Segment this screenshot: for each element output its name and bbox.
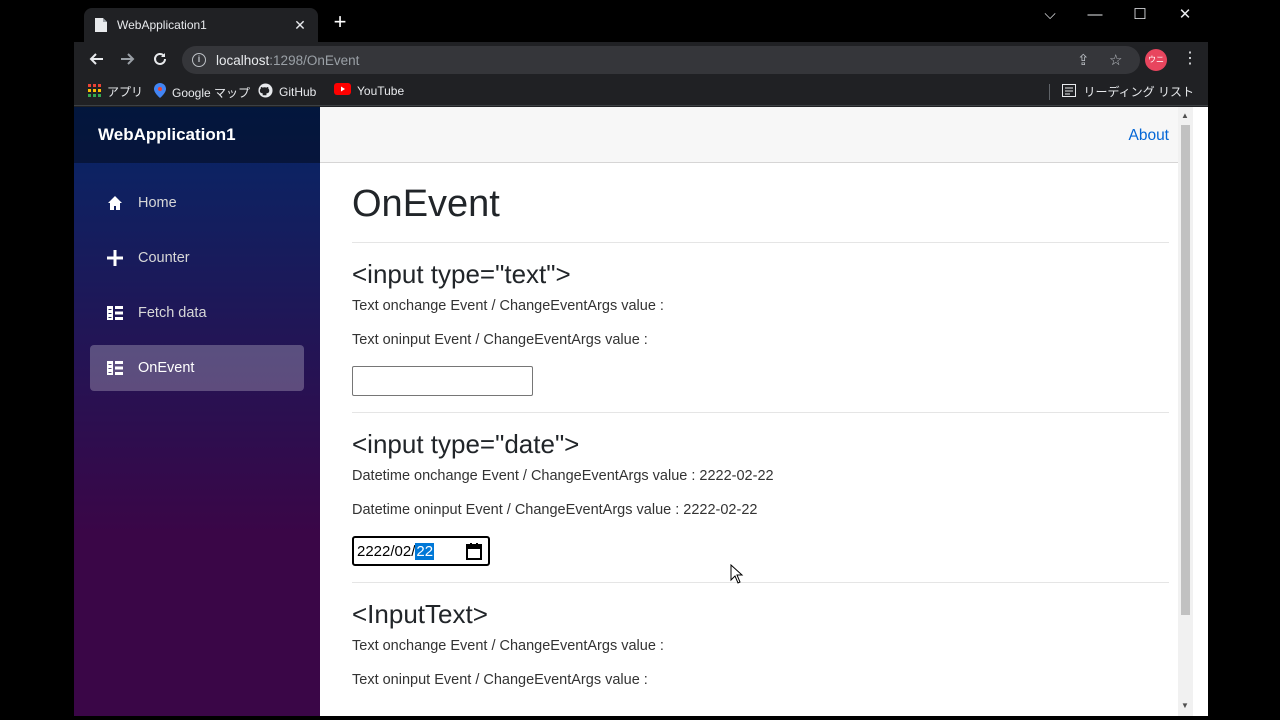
main-area: About OnEvent <input type="text"> Text o…	[320, 107, 1193, 716]
home-icon	[106, 194, 124, 212]
brand-link[interactable]: WebApplication1	[74, 107, 320, 163]
top-row: About	[320, 107, 1193, 163]
divider	[352, 242, 1169, 243]
calendar-icon[interactable]	[466, 543, 482, 564]
bookmarks-bar: アプリ Google マップ GitHub YouTube リーディング リスト	[74, 76, 1208, 106]
forward-button[interactable]	[113, 44, 143, 74]
browser-toolbar: i localhost:1298/OnEvent ⇪ ☆ ウニ ⋮	[74, 42, 1208, 76]
reload-button[interactable]	[145, 44, 175, 74]
maps-pin-icon	[154, 83, 166, 101]
scrollbar-thumb[interactable]	[1181, 125, 1190, 615]
tab-title: WebApplication1	[117, 18, 207, 32]
back-arrow-icon	[89, 53, 103, 65]
profile-avatar[interactable]: ウニ	[1145, 49, 1167, 71]
browser-window: WebApplication1 ✕ + ⌵ — ☐ ✕ i localhost:…	[74, 0, 1208, 716]
section-heading-date-input: <input type="date">	[352, 429, 580, 459]
scroll-down-icon[interactable]: ▼	[1181, 701, 1189, 710]
divider	[352, 582, 1169, 583]
bookmark-google-maps[interactable]: Google マップ	[154, 83, 250, 101]
reload-icon	[154, 52, 166, 65]
divider	[352, 412, 1169, 413]
plus-icon	[106, 249, 124, 267]
page-scrollbar[interactable]: ▲ ▼	[1178, 107, 1193, 716]
about-link[interactable]: About	[1128, 127, 1169, 145]
url-path: :1298/OnEvent	[269, 52, 360, 68]
reading-list-icon	[1061, 83, 1076, 100]
divider	[1048, 83, 1050, 100]
mouse-cursor-icon	[730, 564, 744, 584]
text-input[interactable]	[352, 366, 533, 396]
bookmark-label: YouTube	[357, 83, 405, 98]
text-onchange-value: Text onchange Event / ChangeEventArgs va…	[352, 298, 664, 314]
bookmark-star-icon[interactable]: ☆	[1109, 51, 1122, 69]
inputtext-oninput-value: Text oninput Event / ChangeEventArgs val…	[352, 672, 648, 688]
new-tab-button[interactable]: +	[330, 11, 350, 33]
bookmark-youtube[interactable]: YouTube	[334, 83, 404, 98]
content: OnEvent <input type="text"> Text onchang…	[320, 183, 1193, 688]
share-icon[interactable]: ⇪	[1077, 51, 1090, 69]
bookmark-github[interactable]: GitHub	[258, 83, 316, 101]
section-heading-text-input: <input type="text">	[352, 259, 571, 289]
bookmark-apps[interactable]: アプリ	[88, 83, 143, 100]
close-tab-icon[interactable]: ✕	[292, 17, 308, 34]
back-button[interactable]	[81, 44, 111, 74]
reading-list-button[interactable]: リーディング リスト	[1048, 83, 1195, 100]
nav-item-label: Home	[138, 195, 177, 211]
bookmark-label: アプリ	[107, 85, 144, 99]
maximize-button[interactable]: ☐	[1117, 4, 1163, 26]
nav-item-fetch-data[interactable]: Fetch data	[90, 290, 304, 336]
nav-item-onevent[interactable]: OnEvent	[90, 345, 304, 391]
sidebar: WebApplication1 Home Counter Fetch data	[74, 107, 320, 716]
bookmark-label: GitHub	[279, 85, 317, 99]
date-input-value: 2222/02/	[357, 542, 416, 560]
list-icon	[106, 359, 124, 377]
nav-item-home[interactable]: Home	[90, 180, 304, 226]
close-window-button[interactable]: ✕	[1162, 4, 1208, 26]
scroll-up-icon[interactable]: ▲	[1181, 111, 1189, 120]
tab-search-icon[interactable]: ⌵	[1027, 4, 1073, 26]
address-bar[interactable]: i localhost:1298/OnEvent ⇪ ☆	[182, 46, 1140, 74]
date-onchange-value: Datetime onchange Event / ChangeEventArg…	[352, 468, 774, 484]
browser-menu-icon[interactable]: ⋮	[1182, 48, 1198, 68]
nav-item-counter[interactable]: Counter	[90, 235, 304, 281]
web-page: WebApplication1 Home Counter Fetch data	[74, 107, 1208, 716]
apps-grid-icon	[88, 83, 101, 100]
nav-item-label: Fetch data	[138, 305, 207, 321]
list-icon	[106, 304, 124, 322]
text-oninput-value: Text oninput Event / ChangeEventArgs val…	[352, 332, 648, 348]
browser-tab[interactable]: WebApplication1 ✕	[84, 8, 318, 42]
bookmark-label: Google マップ	[172, 85, 251, 100]
inputtext-onchange-value: Text onchange Event / ChangeEventArgs va…	[352, 638, 664, 654]
date-input-selected-segment: 22	[415, 542, 435, 560]
page-favicon-icon	[94, 17, 108, 33]
page-title: OnEvent	[352, 183, 500, 225]
date-oninput-value: Datetime oninput Event / ChangeEventArgs…	[352, 502, 758, 518]
minimize-button[interactable]: —	[1072, 4, 1118, 26]
forward-arrow-icon	[121, 53, 135, 65]
tab-strip: WebApplication1 ✕ + ⌵ — ☐ ✕	[74, 0, 1208, 42]
reading-list-label: リーディング リスト	[1083, 85, 1195, 99]
nav-item-label: Counter	[138, 250, 190, 266]
nav-item-label: OnEvent	[138, 360, 195, 376]
youtube-icon	[334, 83, 351, 98]
section-heading-inputtext: <InputText>	[352, 599, 488, 629]
date-input[interactable]: 2222/02/22	[352, 536, 490, 566]
site-info-icon[interactable]: i	[192, 53, 206, 67]
github-icon	[258, 83, 273, 101]
url-host: localhost	[216, 52, 270, 68]
